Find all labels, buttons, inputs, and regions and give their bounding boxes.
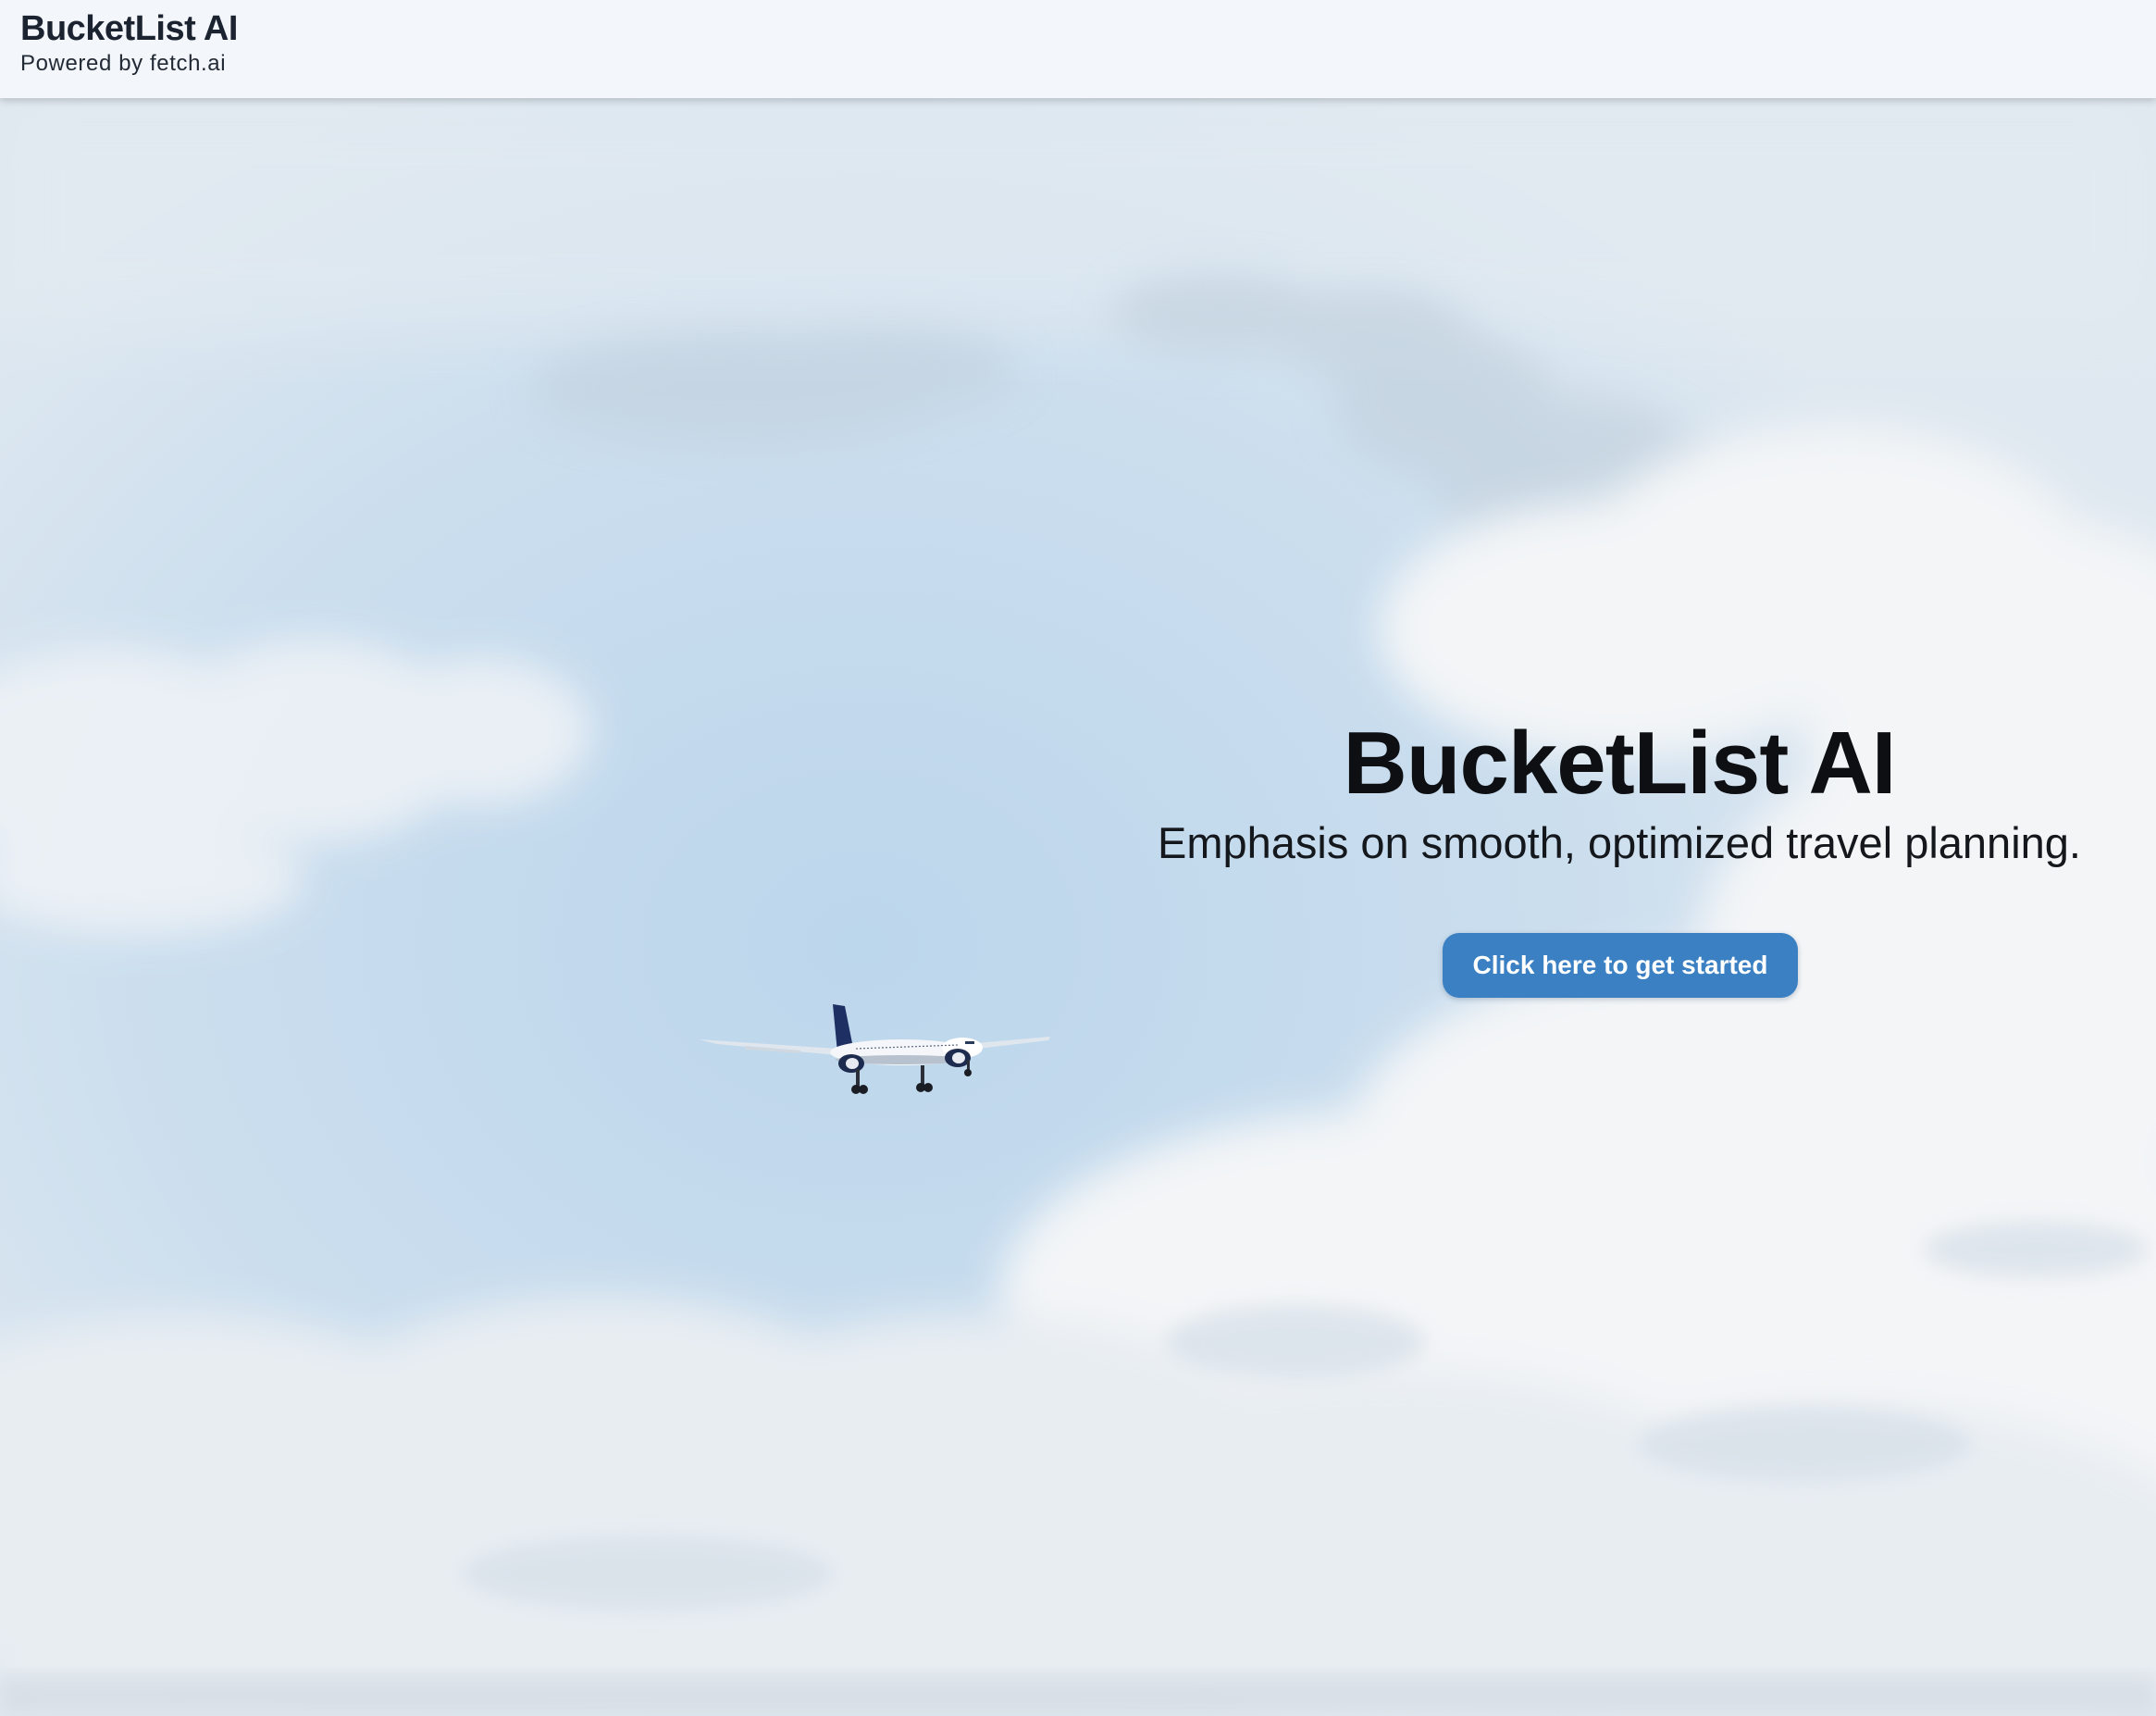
brand-title[interactable]: BucketList AI — [20, 9, 238, 49]
get-started-button[interactable]: Click here to get started — [1443, 933, 1798, 998]
hero-section: BucketList AI Emphasis on smooth, optimi… — [1064, 713, 2156, 870]
landing-page: BucketList AI Powered by fetch.ai Bucket… — [0, 0, 2156, 1716]
hero-title: BucketList AI — [1343, 714, 1897, 813]
top-header: BucketList AI Powered by fetch.ai — [0, 0, 2156, 98]
hero-subtitle: Emphasis on smooth, optimized travel pla… — [1158, 818, 2081, 867]
airplane-image — [699, 1004, 1050, 1094]
powered-by-label: Powered by fetch.ai — [20, 51, 227, 76]
